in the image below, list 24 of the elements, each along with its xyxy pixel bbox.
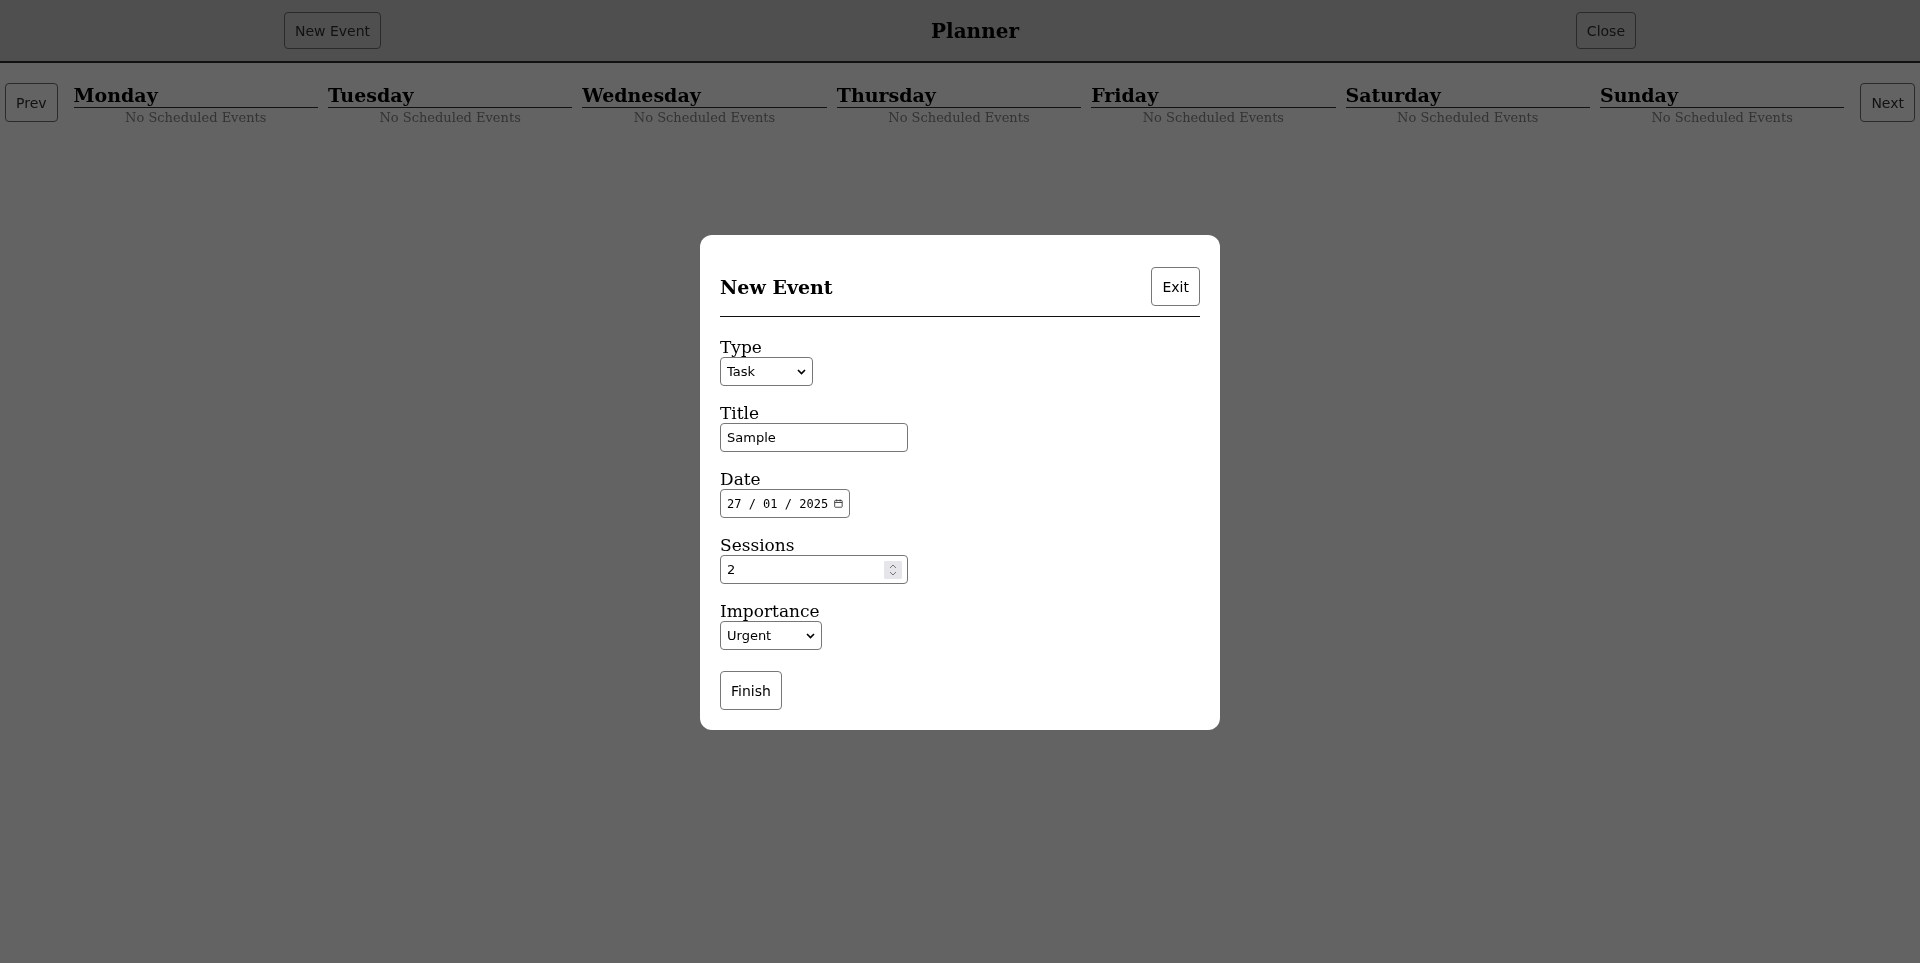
day-heading: Saturday	[1345, 83, 1590, 108]
day-heading: Thursday	[836, 83, 1082, 108]
exit-button[interactable]: Exit	[1151, 267, 1200, 306]
day-heading: Wednesday	[582, 83, 827, 108]
field-label: Date	[720, 469, 761, 489]
day-heading: Friday	[1091, 83, 1336, 108]
chevron-icon	[806, 632, 815, 639]
finish-button[interactable]: Finish	[720, 671, 782, 710]
app-title: Planner	[930, 18, 1019, 43]
field-label: Importance	[720, 601, 820, 621]
dropdown-select[interactable]: Urgent	[720, 621, 822, 650]
number-input[interactable]: 2	[720, 555, 908, 584]
field-label: Sessions	[720, 535, 795, 555]
title-input[interactable]: Sample	[720, 423, 908, 452]
date-input[interactable]: 27 / 01 / 2025	[720, 489, 850, 518]
day-heading: Tuesday	[327, 83, 573, 108]
calendar-icon[interactable]	[834, 497, 843, 510]
chevron-icon	[797, 368, 806, 375]
dialog-title: New Event	[720, 275, 833, 298]
dropdown-select[interactable]: Task	[720, 357, 813, 386]
day-heading: Sunday	[1599, 83, 1845, 108]
field-label: Title	[720, 403, 760, 423]
day-heading: Monday	[73, 83, 318, 108]
field-label: Type	[720, 337, 762, 357]
